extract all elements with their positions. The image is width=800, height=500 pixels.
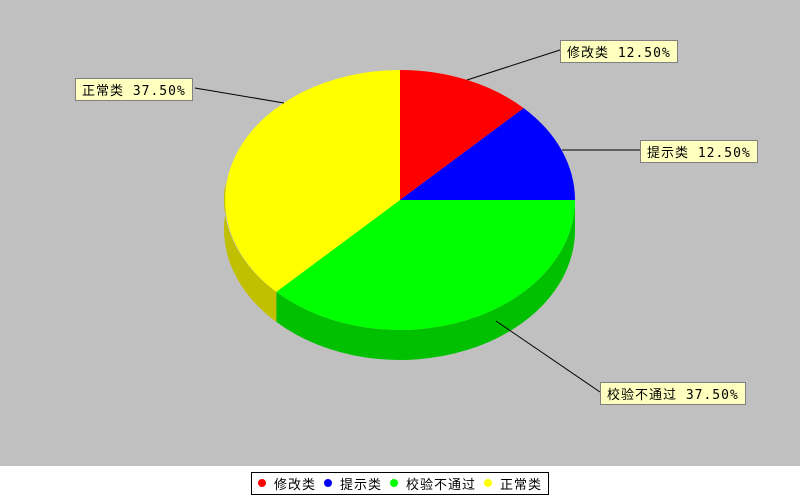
legend-swatch-normal [484,479,492,487]
chart-plot-area: 修改类 12.50% 提示类 12.50% 校验不通过 37.50% 正常类 3… [0,0,800,466]
slice-label-modify: 修改类 12.50% [560,40,678,63]
leader-fail [496,321,600,392]
legend-label-hint: 提示类 [340,474,382,493]
legend-label-modify: 修改类 [274,474,316,493]
legend-label-fail: 校验不通过 [406,474,476,493]
legend-swatch-fail [390,479,398,487]
legend-swatch-modify [258,479,266,487]
slice-label-fail: 校验不通过 37.50% [600,382,746,405]
slice-label-normal: 正常类 37.50% [75,78,193,101]
legend-box: 修改类 提示类 校验不通过 正常类 [251,472,549,495]
legend: 修改类 提示类 校验不通过 正常类 [0,466,800,500]
leader-normal [195,88,284,103]
legend-swatch-hint [324,479,332,487]
slice-label-hint: 提示类 12.50% [640,140,758,163]
legend-label-normal: 正常类 [500,474,542,493]
chart-frame: 修改类 12.50% 提示类 12.50% 校验不通过 37.50% 正常类 3… [0,0,800,500]
leader-modify [467,50,560,80]
